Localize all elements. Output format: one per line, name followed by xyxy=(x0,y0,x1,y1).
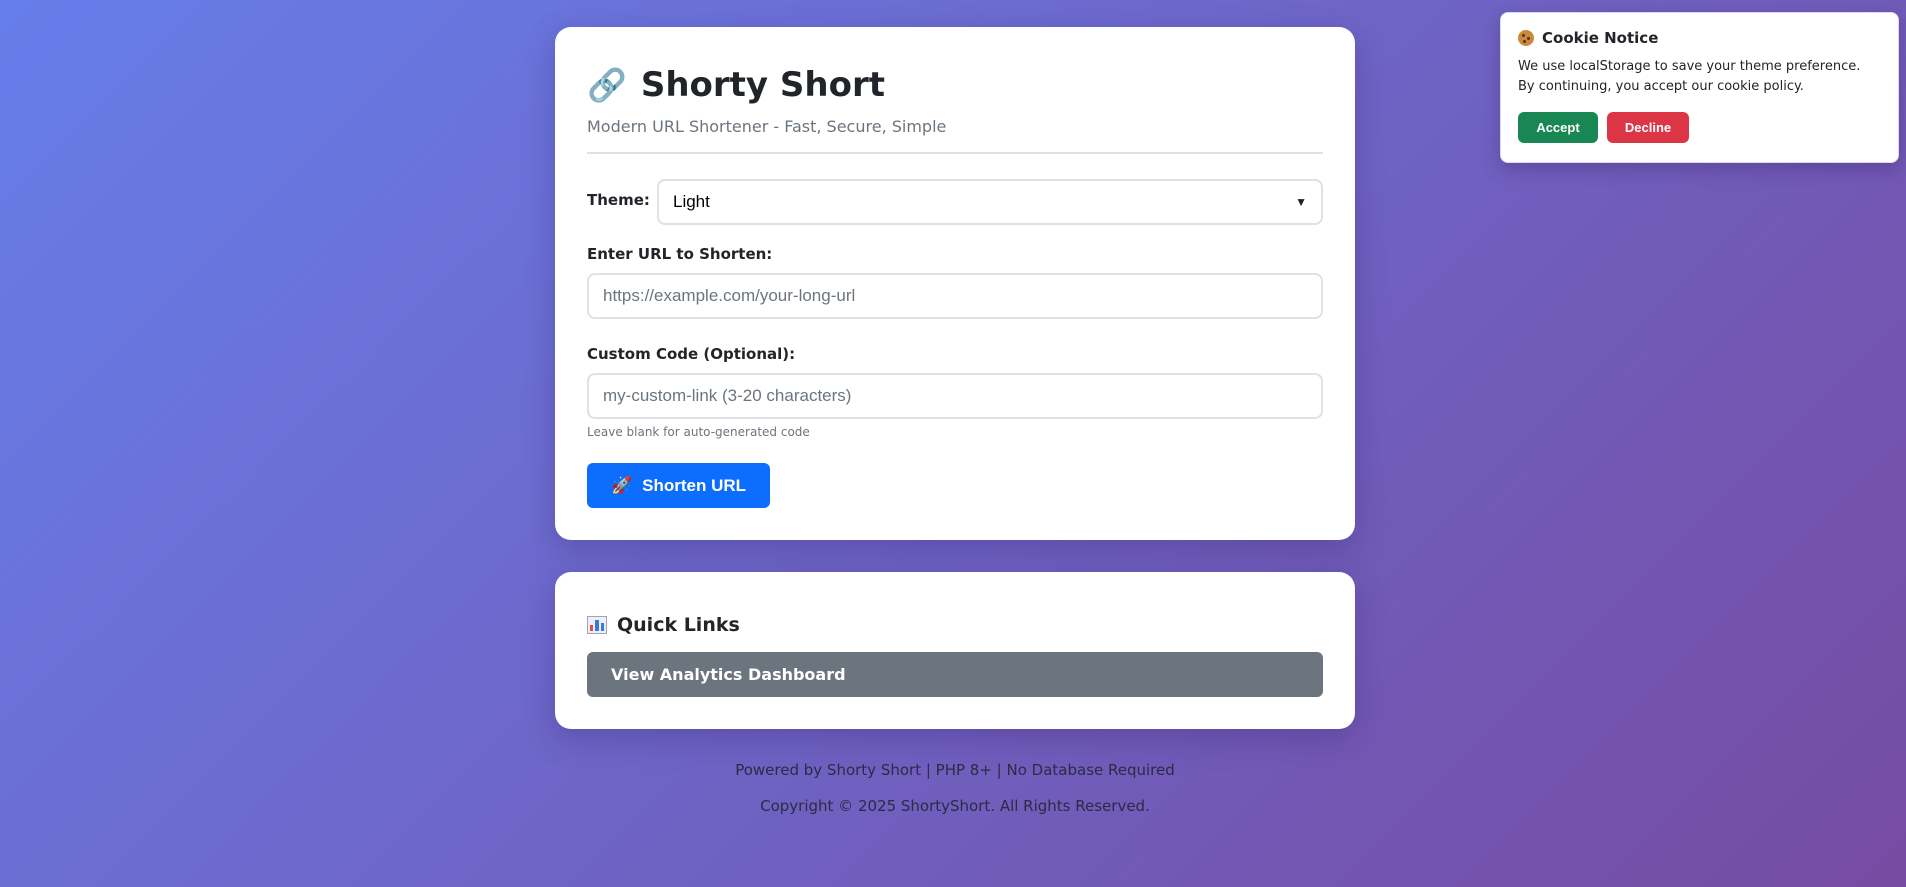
cookie-header: Cookie Notice xyxy=(1518,29,1881,47)
rocket-icon: 🚀 xyxy=(611,475,633,495)
quick-links-header: Quick Links xyxy=(587,614,1323,636)
theme-label: Theme: xyxy=(587,190,650,209)
chevron-down-icon: ▼ xyxy=(1295,195,1307,209)
theme-row: Theme: Light ▼ xyxy=(587,179,1323,225)
custom-code-label: Custom Code (Optional): xyxy=(587,345,796,363)
quick-links-title: Quick Links xyxy=(617,614,740,636)
shorten-url-button[interactable]: 🚀 Shorten URL xyxy=(587,463,771,508)
page-title: Shorty Short xyxy=(640,65,885,105)
shorten-url-label: Shorten URL xyxy=(642,475,747,495)
quick-links-card: Quick Links View Analytics Dashboard xyxy=(555,572,1355,729)
link-icon: 🔗 xyxy=(587,66,627,104)
theme-select[interactable]: Light ▼ xyxy=(657,179,1323,225)
custom-code-hint: Leave blank for auto-generated code xyxy=(587,425,810,439)
bar-chart-icon xyxy=(587,616,607,634)
footer-copyright: Copyright © 2025 ShortyShort. All Rights… xyxy=(760,797,1150,815)
shortener-card: 🔗 Shorty Short Modern URL Shortener - Fa… xyxy=(555,27,1355,540)
theme-select-value: Light xyxy=(673,192,710,211)
custom-code-input[interactable]: my-custom-link (3-20 characters) xyxy=(587,373,1323,419)
analytics-dashboard-button[interactable]: View Analytics Dashboard xyxy=(587,652,1323,697)
cookie-text: We use localStorage to save your theme p… xyxy=(1518,59,1861,94)
url-input[interactable]: https://example.com/your-long-url xyxy=(587,273,1323,319)
cookie-icon xyxy=(1518,30,1534,46)
footer-powered: Powered by Shorty Short | PHP 8+ | No Da… xyxy=(735,761,1175,779)
page-subtitle: Modern URL Shortener - Fast, Secure, Sim… xyxy=(587,117,947,136)
cookie-actions: Accept Decline xyxy=(1518,112,1881,143)
decline-button[interactable]: Decline xyxy=(1607,112,1689,143)
cookie-title: Cookie Notice xyxy=(1542,29,1659,47)
divider xyxy=(587,152,1323,154)
accept-button[interactable]: Accept xyxy=(1518,112,1598,143)
cookie-notice: Cookie Notice We use localStorage to sav… xyxy=(1500,12,1899,163)
title-row: 🔗 Shorty Short xyxy=(587,65,1323,105)
url-label: Enter URL to Shorten: xyxy=(587,245,773,263)
main-container: 🔗 Shorty Short Modern URL Shortener - Fa… xyxy=(555,27,1355,815)
